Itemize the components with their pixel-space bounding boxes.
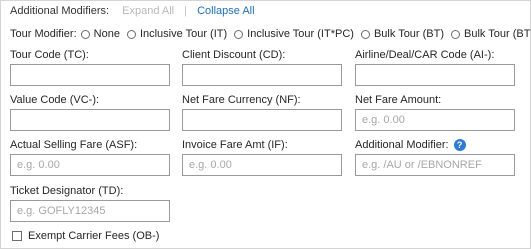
modifiers-header: Additional Modifiers: Expand All | Colla… — [10, 4, 255, 18]
exempt-carrier-fees-label: Exempt Carrier Fees (OB-) — [28, 230, 160, 242]
radio-button[interactable] — [451, 29, 461, 39]
tour-modifier-option-it-pc[interactable]: Inclusive Tour (IT*PC) — [234, 27, 354, 41]
radio-label: Bulk Tour (BT*PC) — [464, 28, 531, 40]
tour-code-field: Tour Code (TC): — [10, 48, 170, 86]
value-code-field: Value Code (VC-): — [10, 93, 170, 131]
ticket-designator-field: Ticket Designator (TD): — [10, 184, 170, 222]
invoice-fare-amt-label: Invoice Fare Amt (IF): — [182, 139, 288, 151]
radio-label: Inclusive Tour (IT*PC) — [247, 28, 354, 40]
additional-modifier-label-row: Additional Modifier: ? — [355, 138, 515, 152]
ticket-designator-label: Ticket Designator (TD): — [10, 185, 124, 197]
additional-modifier-input[interactable] — [355, 154, 515, 176]
tour-modifier-option-bt[interactable]: Bulk Tour (BT) — [360, 27, 445, 41]
airline-deal-car-code-field: Airline/Deal/CAR Code (AI-): — [355, 48, 515, 86]
help-icon[interactable]: ? — [453, 139, 466, 151]
value-code-label: Value Code (VC-): — [10, 94, 100, 106]
header-separator: | — [184, 5, 188, 17]
net-fare-amount-label: Net Fare Amount: — [355, 94, 442, 106]
client-discount-label: Client Discount (CD): — [182, 49, 286, 61]
tour-modifier-label: Tour Modifier: — [10, 28, 77, 40]
net-fare-amount-field: Net Fare Amount: — [355, 93, 515, 131]
tour-code-input[interactable] — [10, 64, 170, 86]
radio-label: Inclusive Tour (IT) — [139, 28, 228, 40]
section-title: Additional Modifiers: — [10, 5, 110, 17]
tour-modifier-option-it[interactable]: Inclusive Tour (IT) — [126, 27, 228, 41]
exempt-carrier-fees-row[interactable]: Exempt Carrier Fees (OB-) — [12, 229, 159, 243]
invoice-fare-amt-field: Invoice Fare Amt (IF): — [182, 138, 342, 176]
tour-code-label: Tour Code (TC): — [10, 49, 89, 61]
additional-modifier-label: Additional Modifier: — [355, 139, 449, 151]
additional-modifier-field: Additional Modifier: ? — [355, 138, 515, 176]
net-fare-currency-input[interactable] — [182, 109, 342, 131]
actual-selling-fare-input[interactable] — [10, 154, 170, 176]
invoice-fare-amt-input[interactable] — [182, 154, 342, 176]
exempt-carrier-fees-checkbox[interactable] — [12, 231, 22, 241]
radio-label: None — [93, 28, 120, 40]
net-fare-currency-label: Net Fare Currency (NF): — [182, 94, 301, 106]
collapse-all-link[interactable]: Collapse All — [197, 5, 254, 17]
actual-selling-fare-label: Actual Selling Fare (ASF): — [10, 139, 138, 151]
radio-label: Bulk Tour (BT) — [373, 28, 445, 40]
client-discount-field: Client Discount (CD): — [182, 48, 342, 86]
airline-deal-car-code-input[interactable] — [355, 64, 515, 86]
airline-deal-car-code-label: Airline/Deal/CAR Code (AI-): — [355, 49, 495, 61]
ticket-designator-input[interactable] — [10, 200, 170, 222]
radio-button[interactable] — [126, 29, 136, 39]
client-discount-input[interactable] — [182, 64, 342, 86]
radio-button[interactable] — [80, 29, 90, 39]
net-fare-currency-field: Net Fare Currency (NF): — [182, 93, 342, 131]
radio-button[interactable] — [234, 29, 244, 39]
actual-selling-fare-field: Actual Selling Fare (ASF): — [10, 138, 170, 176]
value-code-input[interactable] — [10, 109, 170, 131]
expand-all-link[interactable]: Expand All — [122, 5, 174, 17]
radio-button[interactable] — [360, 29, 370, 39]
net-fare-amount-input[interactable] — [355, 109, 515, 131]
tour-modifier-group: Tour Modifier: None Inclusive Tour (IT) … — [10, 27, 531, 41]
tour-modifier-option-bt-pc[interactable]: Bulk Tour (BT*PC) — [451, 27, 531, 41]
tour-modifier-option-none[interactable]: None — [80, 27, 120, 41]
